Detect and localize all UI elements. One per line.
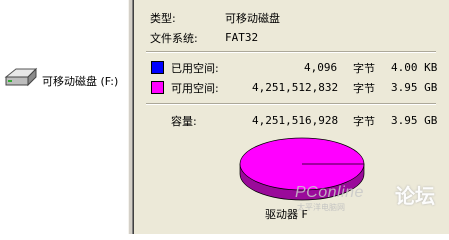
- drive-list-item[interactable]: 可移动磁盘 (F:): [0, 62, 128, 96]
- watermark-site: PConline: [295, 184, 364, 201]
- used-space-size: 4.00 KB: [391, 61, 438, 74]
- separator-line: [146, 103, 436, 105]
- drive-label: 可移动磁盘 (F:): [42, 75, 119, 88]
- type-value: 可移动磁盘: [225, 12, 280, 25]
- used-space-bytes: 4,096: [304, 61, 338, 74]
- left-pane: 可移动磁盘 (F:): [0, 0, 128, 234]
- capacity-unit: 字节: [353, 115, 375, 128]
- removable-drive-icon: [4, 67, 38, 87]
- type-label: 类型:: [150, 12, 176, 25]
- free-space-size: 3.95 GB: [391, 81, 438, 94]
- file-system-value: FAT32: [225, 31, 259, 44]
- capacity-size: 3.95 GB: [391, 114, 438, 127]
- separator-line: [146, 51, 436, 53]
- free-space-unit: 字节: [353, 82, 375, 95]
- watermark: PConline 太平洋电脑网 论坛: [253, 176, 449, 216]
- free-space-bytes: 4,251,512,832: [252, 81, 339, 94]
- used-space-swatch: [151, 61, 164, 74]
- capacity-bytes: 4,251,516,928: [252, 114, 339, 127]
- watermark-sub: 太平洋电脑网: [297, 203, 345, 212]
- file-system-label: 文件系统:: [150, 32, 198, 45]
- watermark-forum: 论坛: [395, 184, 435, 208]
- free-space-swatch: [151, 81, 164, 94]
- used-space-unit: 字节: [353, 62, 375, 75]
- capacity-label: 容量:: [171, 115, 197, 128]
- free-space-label: 可用空间:: [171, 82, 219, 95]
- used-space-label: 已用空间:: [171, 62, 219, 75]
